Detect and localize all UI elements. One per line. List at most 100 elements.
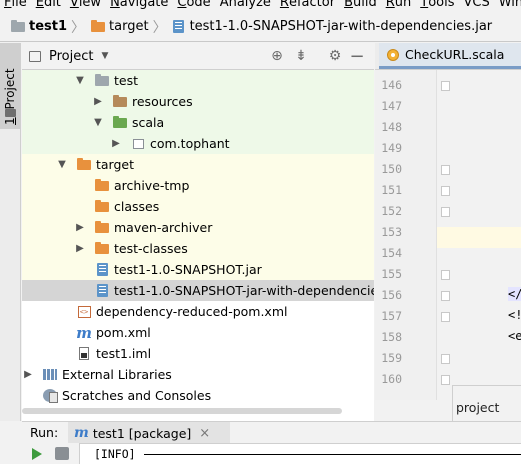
tab-checkurl-scala[interactable]: CheckURL.scala (379, 43, 521, 69)
tab-label: CheckURL.scala (405, 47, 505, 62)
tree-item-label: archive-tmp (114, 178, 190, 193)
jar-icon (94, 284, 110, 298)
menu-label: Windo (498, 0, 521, 10)
code-fragment: <e (508, 329, 521, 343)
tree-item[interactable]: ▶ resources (22, 91, 374, 112)
menu-label: iew (78, 0, 102, 10)
menu-label: ile (11, 0, 27, 10)
left-tool-stripe: 1: Project (0, 43, 21, 421)
tree-item-label: com.tophant (150, 136, 230, 151)
tree-item[interactable]: ▼ scala (22, 112, 374, 133)
run-tab[interactable]: m test1 [package] × (68, 422, 230, 444)
tree-item[interactable]: test1.iml (22, 343, 374, 364)
hide-panel-icon[interactable]: − (349, 46, 365, 67)
chevron-down-icon[interactable]: ▼ (101, 51, 108, 61)
menu-view[interactable]: View (66, 0, 106, 12)
chevron-down-icon[interactable]: ▼ (74, 75, 86, 87)
tree-item-label: classes (114, 199, 160, 214)
tree-item[interactable]: test1-1.0-SNAPSHOT.jar (22, 259, 374, 280)
maven-icon: m (76, 323, 92, 342)
line-number: 155 (381, 267, 402, 281)
breadcrumb-file[interactable]: test1-1.0-SNAPSHOT-jar-with-dependencies… (172, 19, 492, 34)
close-icon[interactable]: × (199, 426, 210, 441)
chevron-right-icon[interactable]: ▶ (74, 243, 86, 255)
code-fragment: <! (508, 308, 521, 322)
menu-navigate[interactable]: Navigate (106, 0, 173, 12)
library-icon (42, 368, 58, 382)
run-panel-header: Run: m test1 [package] × (22, 421, 521, 444)
menu-label: ode (186, 0, 211, 10)
line-number: 152 (381, 204, 402, 218)
tree-item-label: test (114, 73, 139, 88)
locate-icon[interactable]: ⊕ (269, 48, 285, 64)
menu-label: un (394, 0, 412, 10)
console-line: [INFO] (94, 447, 136, 461)
menu-run[interactable]: Run (382, 0, 417, 12)
breadcrumb-popup: project (452, 385, 521, 423)
tree-item-label: test1.iml (96, 346, 152, 361)
play-icon[interactable] (32, 448, 42, 460)
menu-analyze[interactable]: Analyze (216, 0, 276, 12)
rerun-icon[interactable] (55, 447, 69, 460)
menu-label: Analyze (219, 0, 271, 10)
breadcrumb-folder[interactable]: target 〉 (90, 17, 172, 37)
line-number: 150 (381, 162, 402, 176)
tree-item-label: pom.xml (96, 325, 151, 340)
menu-code[interactable]: Code (173, 0, 215, 12)
chevron-right-icon[interactable]: ▶ (92, 96, 104, 108)
chevron-down-icon[interactable]: ▼ (92, 117, 104, 129)
console-output[interactable]: [INFO] (22, 443, 521, 464)
folder-icon (5, 109, 16, 117)
gear-icon[interactable]: ⚙ (327, 48, 343, 64)
chevron-right-icon[interactable]: ▶ (22, 369, 34, 381)
menu-label: VCS (463, 0, 490, 10)
tree-item[interactable]: test1-1.0-SNAPSHOT-jar-with-dependencies… (22, 280, 374, 301)
breadcrumb-project[interactable]: test1 〉 (10, 17, 90, 37)
line-number: 147 (381, 99, 402, 113)
run-tab-label: test1 [package] (92, 425, 192, 441)
chevron-right-icon[interactable]: ▶ (110, 138, 122, 150)
tree-item-label: dependency-reduced-pom.xml (96, 304, 288, 319)
menu-refactor[interactable]: Refactor (276, 0, 340, 12)
menu-windo[interactable]: Windo (495, 0, 521, 12)
tree-item[interactable]: ▶ External Libraries (22, 364, 374, 385)
menu-file[interactable]: File (0, 0, 32, 12)
tree-item[interactable]: ▼ test (22, 70, 374, 91)
project-panel-header: Project ▼ ⊕ ⇟ ⚙ − (22, 43, 374, 70)
collapse-all-icon[interactable]: ⇟ (293, 48, 309, 64)
menu-build[interactable]: Build (340, 0, 382, 12)
tree-item[interactable]: ▶ maven-archiver (22, 217, 374, 238)
xml-icon: <> (76, 305, 92, 319)
menu-edit[interactable]: Edit (32, 0, 66, 12)
chevron-right-icon: 〉 (71, 19, 86, 36)
tree-item[interactable]: ▶ com.tophant (22, 133, 374, 154)
tree-item[interactable]: <> dependency-reduced-pom.xml (22, 301, 374, 322)
folder-icon (90, 19, 106, 34)
tree-item[interactable]: archive-tmp (22, 175, 374, 196)
console-separator (144, 454, 521, 455)
tree-item[interactable]: Scratches and Consoles (22, 385, 374, 406)
tree-item[interactable]: m pom.xml (22, 322, 374, 343)
tree-item-label: maven-archiver (114, 220, 213, 235)
menu-label: efactor (288, 0, 336, 10)
tree-item-label: test1-1.0-SNAPSHOT-jar-with-dependencies… (114, 283, 374, 298)
project-view-selector[interactable]: Project (49, 49, 93, 64)
folder-orange-icon (94, 220, 110, 235)
code-area[interactable]: </ <! <e (438, 70, 521, 400)
tree-item[interactable]: ▶ test-classes (22, 238, 374, 259)
tree-item-label: resources (132, 94, 193, 109)
chevron-down-icon[interactable]: ▼ (56, 159, 68, 171)
menu-vcs[interactable]: VCS (459, 0, 494, 12)
tree-item-label: External Libraries (62, 367, 172, 382)
line-number: 160 (381, 372, 402, 386)
menu-tools[interactable]: Tools (416, 0, 459, 12)
breadcrumb-project-label: test1 (29, 19, 68, 34)
chevron-right-icon[interactable]: ▶ (74, 222, 86, 234)
project-folder-icon (10, 19, 26, 34)
popup-label: project (456, 400, 500, 415)
tree-item[interactable]: classes (22, 196, 374, 217)
horizontal-scrollbar[interactable] (22, 408, 342, 414)
menu-label: uild (352, 0, 377, 10)
tree-item[interactable]: ▼ target (22, 154, 374, 175)
line-number: 153 (381, 225, 402, 239)
